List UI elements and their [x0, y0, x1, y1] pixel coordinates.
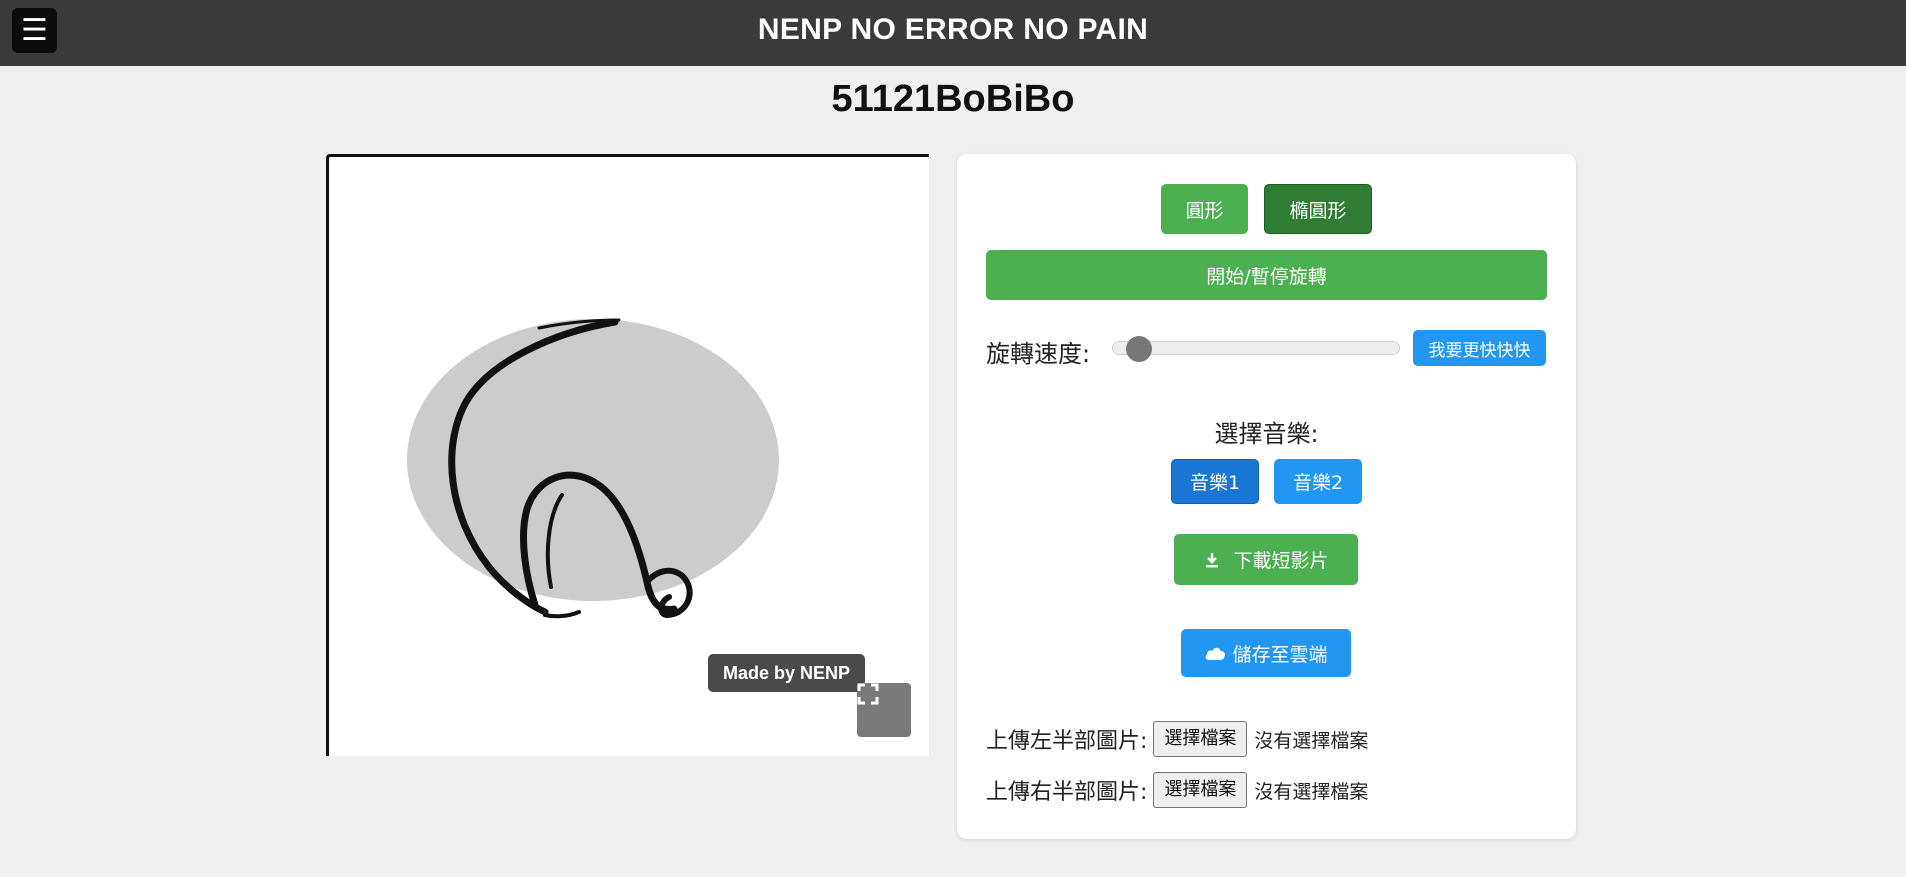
preview-canvas[interactable]: Made by NENP [326, 154, 929, 756]
faster-button[interactable]: 我要更快快快 [1413, 330, 1546, 366]
ellipse-mask [407, 319, 779, 601]
control-panel: 圓形 橢圓形 開始/暫停旋轉 旋轉速度: 我要更快快快 選擇音樂: 音樂1 音樂… [957, 154, 1576, 839]
upload-left-status: 沒有選擇檔案 [1254, 729, 1369, 752]
upload-left-label: 上傳左半部圖片: [986, 729, 1148, 754]
upload-right-file-button[interactable]: 選擇檔案 [1153, 772, 1248, 808]
fullscreen-icon[interactable] [857, 683, 911, 737]
download-video-label: 下載短影片 [1233, 550, 1329, 572]
made-by-watermark: Made by NENP [708, 654, 865, 692]
rotation-speed-label: 旋轉速度: [986, 340, 1091, 368]
top-bar: ☰ NENP NO ERROR NO PAIN [0, 0, 1906, 66]
upload-left-file-button[interactable]: 選擇檔案 [1153, 721, 1248, 757]
rotation-speed-slider[interactable] [1112, 336, 1400, 362]
app-title: NENP NO ERROR NO PAIN [757, 13, 1149, 46]
toggle-rotation-button[interactable]: 開始/暫停旋轉 [986, 250, 1547, 300]
save-to-cloud-button[interactable]: 儲存至雲端 [1181, 629, 1351, 677]
upload-right-row: 上傳右半部圖片: 選擇檔案 沒有選擇檔案 [986, 772, 1368, 808]
upload-right-status: 沒有選擇檔案 [1254, 780, 1369, 803]
page-title: 51121BoBiBo [831, 78, 1075, 120]
ellipse-shape-button[interactable]: 橢圓形 [1264, 184, 1372, 234]
download-video-button[interactable]: 下載短影片 [1174, 534, 1358, 585]
music1-button[interactable]: 音樂1 [1171, 459, 1259, 504]
music2-button[interactable]: 音樂2 [1274, 459, 1362, 504]
upload-right-label: 上傳右半部圖片: [986, 780, 1148, 805]
download-icon [1206, 552, 1219, 567]
cloud-icon [1206, 647, 1226, 660]
save-to-cloud-label: 儲存至雲端 [1232, 643, 1328, 666]
hamburger-menu-icon[interactable]: ☰ [12, 8, 57, 53]
music-select-label: 選擇音樂: [1214, 420, 1319, 448]
upload-left-row: 上傳左半部圖片: 選擇檔案 沒有選擇檔案 [986, 721, 1368, 757]
fullscreen-glyph [857, 683, 879, 705]
slider-thumb[interactable] [1126, 336, 1152, 362]
circle-shape-button[interactable]: 圓形 [1161, 184, 1248, 234]
